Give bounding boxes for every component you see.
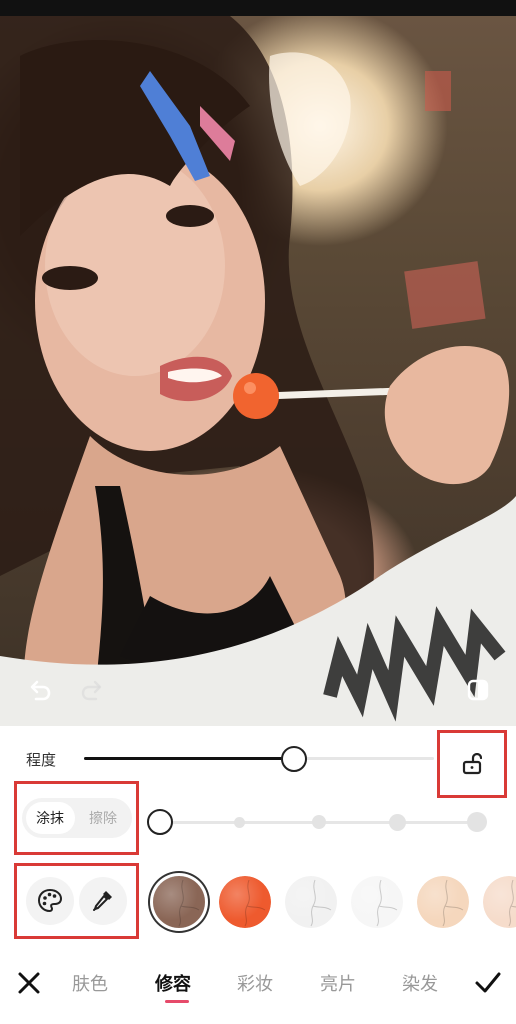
erase-mode-button[interactable]: 擦除 — [79, 802, 128, 834]
lock-button[interactable] — [437, 730, 507, 798]
compare-button[interactable] — [464, 676, 492, 704]
color-swatch[interactable] — [219, 876, 271, 928]
bottom-nav: 肤色 修容 彩妆 亮片 染发 — [0, 962, 516, 1010]
brush-size-option[interactable] — [233, 816, 245, 828]
eyedropper-button[interactable] — [79, 877, 128, 925]
close-button[interactable] — [16, 970, 42, 996]
degree-slider-fill — [84, 757, 294, 760]
paint-mode-button[interactable]: 涂抹 — [25, 802, 75, 834]
swatch-texture — [508, 879, 516, 927]
swatch-texture — [442, 879, 464, 927]
color-swatch[interactable] — [285, 876, 337, 928]
color-swatch[interactable] — [417, 876, 469, 928]
status-bar — [0, 0, 516, 16]
swatch-texture — [244, 879, 266, 927]
unlock-icon — [462, 753, 482, 775]
swatch-texture — [376, 879, 398, 927]
color-swatch[interactable] — [153, 876, 205, 928]
color-tools-group — [14, 863, 139, 939]
degree-label: 程度 — [26, 751, 57, 769]
undo-button[interactable] — [26, 676, 54, 704]
undo-icon — [30, 680, 51, 701]
close-icon — [18, 972, 40, 994]
photo-canvas[interactable] — [0, 16, 516, 726]
portrait-photo — [0, 16, 516, 726]
tab-hair-dye[interactable]: 染发 — [402, 970, 438, 996]
color-swatch[interactable] — [483, 876, 516, 928]
palette-icon — [37, 888, 62, 913]
brush-size-option[interactable] — [467, 812, 487, 832]
redo-button[interactable] — [78, 676, 106, 704]
brush-size-option[interactable] — [147, 809, 173, 835]
tab-makeup[interactable]: 彩妆 — [237, 970, 273, 996]
tab-skin-tone[interactable]: 肤色 — [72, 970, 108, 996]
swatch-texture — [310, 879, 332, 927]
redo-icon — [81, 680, 102, 701]
edit-panel: 程度 涂抹 擦除 肤色 修容 彩妆 亮片 染发 — [0, 726, 516, 1024]
confirm-button[interactable] — [474, 970, 502, 996]
tab-contour[interactable]: 修容 — [155, 970, 191, 996]
palette-button[interactable] — [25, 877, 74, 925]
compare-icon — [467, 679, 489, 701]
eyedropper-icon — [93, 891, 113, 911]
tab-glitter[interactable]: 亮片 — [320, 970, 356, 996]
brush-size-option[interactable] — [311, 815, 326, 829]
swatch-texture — [178, 879, 200, 927]
active-tab-indicator — [165, 1000, 189, 1003]
brush-mode-group: 涂抹 擦除 — [14, 781, 139, 855]
brush-size-option[interactable] — [389, 813, 407, 831]
color-swatch[interactable] — [351, 876, 403, 928]
check-icon — [475, 972, 501, 993]
degree-slider-knob[interactable] — [281, 746, 307, 772]
brush-mode-toggle[interactable]: 涂抹 擦除 — [21, 798, 132, 838]
degree-slider[interactable] — [84, 757, 434, 760]
